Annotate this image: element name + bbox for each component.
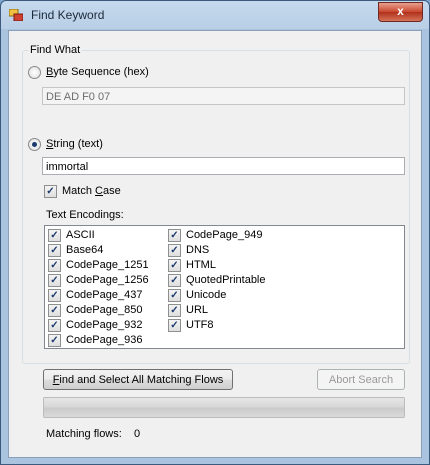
encoding-checkbox[interactable]: ✓ [168,244,181,257]
encoding-label: HTML [186,259,216,271]
encoding-label: Base64 [66,244,104,256]
encoding-label: CodePage_850 [66,304,143,316]
text-encodings-label: Text Encodings: [46,209,124,221]
encoding-label: CodePage_437 [66,289,143,301]
byte-sequence-radio[interactable] [28,66,41,79]
encoding-checkbox[interactable]: ✓ [168,229,181,242]
encoding-label: CodePage_936 [66,334,143,346]
encoding-checkbox[interactable]: ✓ [48,304,61,317]
encoding-checkbox[interactable]: ✓ [48,274,61,287]
matching-flows-count: 0 [134,428,141,440]
string-label[interactable]: String (text) [46,138,103,150]
encoding-checkbox[interactable]: ✓ [48,319,61,332]
encoding-checkbox[interactable]: ✓ [168,259,181,272]
window-title: Find Keyword [31,8,105,22]
encoding-checkbox[interactable]: ✓ [168,304,181,317]
close-button[interactable]: x [378,2,423,22]
match-case-label[interactable]: Match Case [62,185,121,197]
encoding-label: Unicode [186,289,227,301]
encoding-label: CodePage_1256 [66,274,149,286]
encoding-label: CodePage_932 [66,319,143,331]
dialog-body: Find What Byte Sequence (hex) DE AD F0 0… [8,30,422,458]
matching-flows-label: Matching flows: [46,428,122,440]
encoding-label: CodePage_949 [186,229,263,241]
encoding-checkbox[interactable]: ✓ [168,319,181,332]
byte-sequence-label[interactable]: Byte Sequence (hex) [46,66,149,78]
match-case-checkbox[interactable]: ✓ [44,185,57,198]
search-progress-bar [43,397,405,418]
encoding-checkbox[interactable]: ✓ [48,334,61,347]
encoding-checkbox[interactable]: ✓ [48,289,61,302]
encoding-label: UTF8 [186,319,214,331]
abort-search-button[interactable]: Abort Search [317,369,405,390]
string-radio[interactable] [28,138,41,151]
find-what-label: Find What [28,44,83,56]
encoding-checkbox[interactable]: ✓ [48,244,61,257]
find-keyword-window: Find Keyword x Find What Byte Sequence (… [0,0,430,465]
app-icon [9,9,23,21]
title-bar: Find Keyword x [1,1,429,29]
text-encodings-list[interactable]: ✓ ASCII ✓ Base64 ✓ CodePage_1251 ✓ CodePage_125… [44,225,405,349]
encoding-checkbox[interactable]: ✓ [168,289,181,302]
encoding-checkbox[interactable]: ✓ [48,229,61,242]
encoding-checkbox[interactable]: ✓ [48,259,61,272]
encoding-checkbox[interactable]: ✓ [168,274,181,287]
string-input[interactable]: immortal [42,157,405,175]
find-select-all-button[interactable]: Find and Select All Matching Flows [43,369,233,390]
byte-sequence-input[interactable]: DE AD F0 07 [42,87,405,105]
encoding-label: ASCII [66,229,95,241]
encoding-label: DNS [186,244,210,256]
encoding-label: URL [186,304,209,316]
encoding-label: CodePage_1251 [66,259,149,271]
encoding-label: QuotedPrintable [186,274,266,286]
